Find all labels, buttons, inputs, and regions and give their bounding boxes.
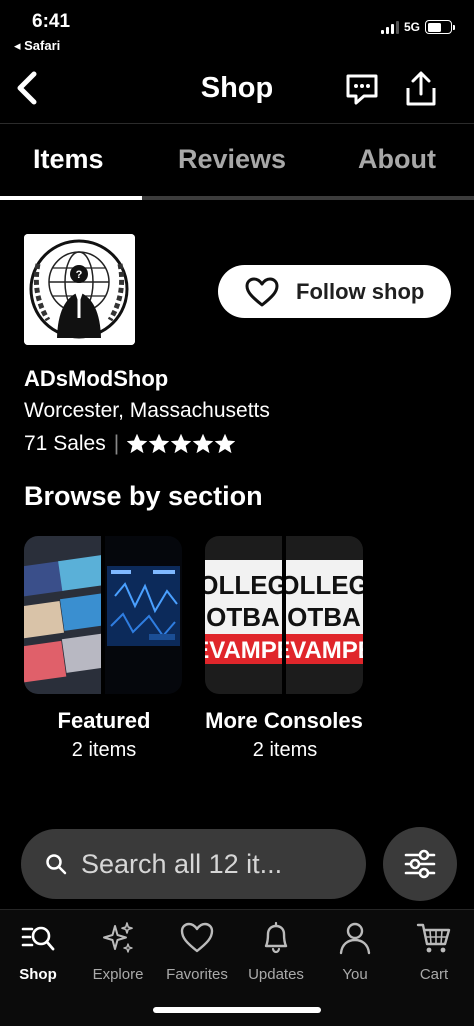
cover-text-line2: OTBA: [206, 602, 280, 632]
bell-icon: [264, 921, 288, 954]
nav-shop[interactable]: Shop: [0, 920, 78, 983]
nav-label: Favorites: [166, 966, 228, 983]
status-bar: 6:41 ◂ Safari 5G: [0, 0, 474, 58]
star-rating[interactable]: [127, 434, 236, 454]
heart-icon: [245, 277, 279, 306]
shop-logo[interactable]: ?: [24, 234, 135, 345]
star-icon: [171, 434, 192, 454]
nav-label: Cart: [419, 966, 449, 983]
tab-about[interactable]: About: [358, 144, 436, 175]
follow-shop-label: Follow shop: [296, 278, 425, 304]
nav-you[interactable]: You: [315, 920, 395, 983]
network-type: 5G: [403, 20, 420, 34]
star-icon: [127, 434, 148, 454]
app-header: Shop: [0, 58, 474, 124]
share-icon: [406, 71, 436, 106]
shop-search-icon: [21, 926, 55, 951]
status-indicators: 5G: [380, 20, 455, 34]
cover-text-line1: OLLEG: [286, 570, 363, 600]
message-shop-button[interactable]: [344, 72, 380, 106]
battery-icon: [425, 20, 455, 34]
share-button[interactable]: [402, 70, 440, 108]
tab-track: [0, 196, 474, 200]
section-name: More Consoles: [205, 708, 363, 733]
section-thumbnail: [24, 536, 182, 694]
sales-count: 71 Sales: [24, 432, 106, 455]
section-item-count: 2 items: [252, 739, 318, 761]
star-icon: [149, 434, 170, 454]
section-name: Featured: [57, 708, 151, 733]
filter-button[interactable]: [383, 827, 457, 901]
shop-stats: 71 Sales |: [24, 432, 236, 456]
sparkle-icon: [103, 922, 133, 953]
nav-label: Updates: [248, 966, 304, 983]
thumbnail-screen-image: [105, 536, 182, 694]
section-card-featured[interactable]: Featured 2 items: [24, 536, 184, 764]
cover-text-line1: OLLEG: [205, 570, 282, 600]
nav-label: Explore: [92, 966, 144, 983]
nav-label: Shop: [19, 966, 57, 983]
message-icon: [346, 74, 378, 105]
svg-text:?: ?: [76, 269, 83, 281]
cover-text-line3: EVAMPE: [286, 637, 363, 664]
divider: |: [113, 432, 120, 455]
section-thumbnail: OLLEG OTBA EVAMPE OLLEG OTBA EVAMPE: [205, 536, 363, 694]
nav-label: You: [342, 966, 368, 983]
home-indicator: [153, 1007, 321, 1013]
section-card-more-consoles[interactable]: OLLEG OTBA EVAMPE OLLEG OTBA EVAMPE More…: [205, 536, 365, 764]
browse-section-heading: Browse by section: [24, 481, 263, 511]
filter-sliders-icon: [404, 849, 436, 879]
thumbnail-cover-image: OLLEG OTBA EVAMPE: [286, 536, 363, 694]
shop-search-input[interactable]: Search all 12 it...: [21, 829, 366, 899]
search-placeholder: Search all 12 it...: [81, 848, 283, 879]
tab-items[interactable]: Items: [33, 144, 104, 175]
tab-reviews[interactable]: Reviews: [178, 144, 286, 175]
back-to-safari-link[interactable]: ◂ Safari: [14, 38, 60, 54]
follow-shop-button[interactable]: Follow shop: [218, 265, 451, 318]
nav-updates[interactable]: Updates: [236, 920, 316, 983]
shop-location: Worcester, Massachusetts: [24, 399, 270, 422]
nav-explore[interactable]: Explore: [78, 920, 158, 983]
search-icon: [46, 854, 67, 875]
star-icon: [193, 434, 214, 454]
active-tab-indicator: [0, 196, 142, 200]
star-icon: [215, 434, 236, 454]
heart-icon: [180, 922, 214, 953]
nav-favorites[interactable]: Favorites: [157, 920, 237, 983]
shop-tabs: Items Reviews About: [0, 124, 474, 200]
cover-text-line3: EVAMPE: [205, 637, 282, 664]
status-time: 6:41: [32, 11, 71, 32]
thumbnail-cover-image: OLLEG OTBA EVAMPE: [205, 536, 282, 694]
thumbnail-console-image: [24, 536, 101, 694]
cart-icon: [416, 923, 451, 953]
cover-text-line2: OTBA: [287, 602, 361, 632]
nav-cart[interactable]: Cart: [394, 920, 474, 983]
user-icon: [339, 922, 371, 955]
signal-icon: [380, 20, 399, 34]
shop-name: ADsModShop: [24, 366, 169, 391]
section-item-count: 2 items: [71, 739, 137, 761]
